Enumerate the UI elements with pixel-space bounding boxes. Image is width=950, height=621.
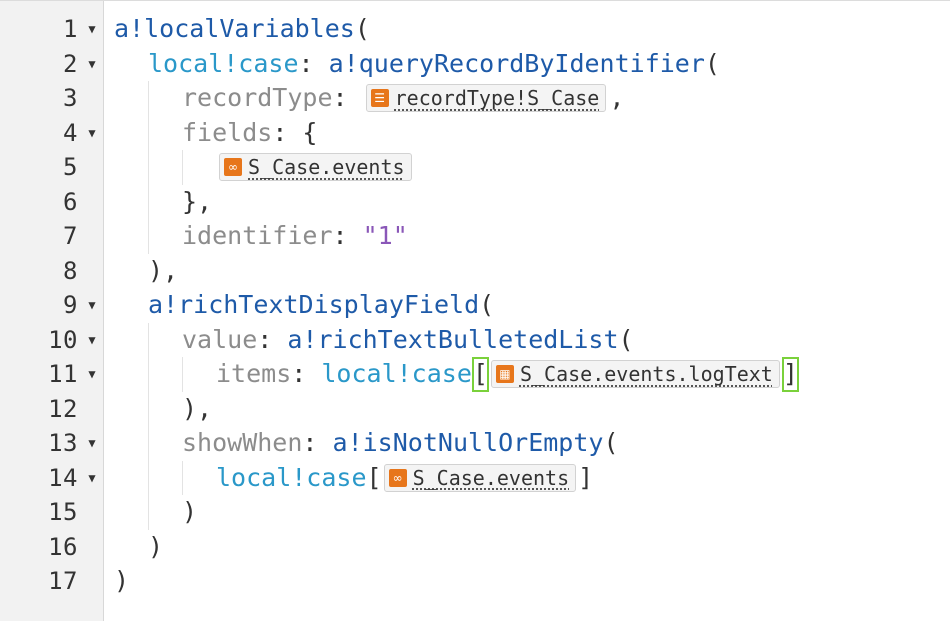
line-number: 14 bbox=[48, 463, 78, 492]
local-variable: local!case bbox=[216, 462, 367, 492]
code-line-4[interactable]: 4 ▼ fields: { bbox=[0, 115, 950, 151]
colon: : bbox=[298, 48, 329, 78]
chip-label: S_Case.events bbox=[248, 155, 405, 179]
colon: : bbox=[272, 117, 303, 147]
code-line-10[interactable]: 10 ▼ value: a!richTextBulletedList( bbox=[0, 322, 950, 358]
function-name: a!richTextDisplayField bbox=[148, 290, 480, 319]
line-number: 3 bbox=[63, 84, 78, 112]
bracket: ] bbox=[578, 462, 594, 492]
fold-toggle-icon[interactable]: ▼ bbox=[82, 461, 102, 496]
line-number: 2 bbox=[63, 49, 78, 78]
colon: : bbox=[332, 83, 363, 112]
function-name: a!localVariables bbox=[114, 14, 355, 43]
colon: : bbox=[302, 428, 333, 457]
code-line-11[interactable]: 11 ▼ items: local!case[ ▦ S_Case.events.… bbox=[0, 357, 950, 392]
line-number: 13 bbox=[48, 429, 78, 457]
line-number: 10 bbox=[48, 325, 78, 354]
record-type-chip[interactable]: ☰ recordType!S_Case bbox=[365, 84, 607, 113]
relationship-chip[interactable]: ∞ S_Case.events bbox=[219, 153, 412, 182]
code-line-17[interactable]: 17 ▼ ) bbox=[0, 564, 950, 599]
chip-label: S_Case.events bbox=[412, 465, 570, 490]
line-number: 4 bbox=[63, 118, 78, 147]
paren: ( bbox=[704, 48, 720, 78]
chip-label: S_Case.events.logText bbox=[519, 362, 773, 386]
line-number: 8 bbox=[63, 256, 78, 285]
line-number: 5 bbox=[63, 153, 78, 181]
paren: ( bbox=[618, 324, 634, 354]
function-name: a!richTextBulletedList bbox=[287, 324, 619, 354]
relationship-chip[interactable]: ∞ S_Case.events bbox=[383, 463, 577, 492]
parameter-key: fields bbox=[182, 117, 273, 147]
code-line-3[interactable]: 3 ▼ recordType: ☰ recordType!S_Case , bbox=[0, 81, 950, 116]
fold-toggle-icon[interactable]: ▼ bbox=[82, 288, 102, 323]
paren: ), bbox=[182, 393, 213, 423]
line-number: 9 bbox=[63, 291, 78, 319]
fold-toggle-icon[interactable]: ▼ bbox=[82, 47, 102, 82]
code-line-14[interactable]: 14 ▼ local!case[ ∞ S_Case.events ] bbox=[0, 460, 950, 496]
paren: ) bbox=[182, 497, 198, 526]
chip-label: recordType!S_Case bbox=[394, 86, 600, 110]
colon: : bbox=[291, 359, 322, 388]
code-line-1[interactable]: 1 ▼ a!localVariables( bbox=[0, 12, 950, 47]
parameter-key: recordType bbox=[182, 83, 333, 112]
matched-bracket: ] bbox=[781, 357, 799, 392]
parameter-key: identifier bbox=[182, 221, 333, 250]
code-line-16[interactable]: 16 ▼ ) bbox=[0, 530, 950, 565]
bracket: [ bbox=[366, 462, 382, 492]
comma: , bbox=[609, 83, 625, 112]
record-field-chip[interactable]: ▦ S_Case.events.logText bbox=[490, 360, 780, 389]
fold-toggle-icon[interactable]: ▼ bbox=[82, 357, 102, 392]
paren: ) bbox=[114, 566, 130, 595]
line-number: 6 bbox=[63, 187, 78, 216]
code-line-13[interactable]: 13 ▼ showWhen: a!isNotNullOrEmpty( bbox=[0, 426, 950, 461]
code-line-15[interactable]: 15 ▼ ) bbox=[0, 495, 950, 530]
brace: { bbox=[302, 117, 318, 147]
colon: : bbox=[257, 324, 288, 354]
link-relationship-icon: ∞ bbox=[388, 468, 407, 487]
colon: : bbox=[332, 221, 363, 250]
paren: ) bbox=[148, 531, 164, 561]
line-number: 17 bbox=[48, 567, 78, 595]
local-variable: local!case bbox=[321, 359, 472, 388]
code-line-12[interactable]: 12 ▼ ), bbox=[0, 391, 950, 427]
line-number: 11 bbox=[48, 360, 78, 388]
paren: ( bbox=[603, 428, 619, 457]
paren: ), bbox=[148, 255, 179, 285]
record-field-icon: ▦ bbox=[495, 365, 514, 384]
code-line-5[interactable]: 5 ▼ ∞ S_Case.events bbox=[0, 150, 950, 185]
string-literal: "1" bbox=[362, 221, 408, 250]
paren: ( bbox=[479, 290, 495, 319]
function-name: a!queryRecordByIdentifier bbox=[328, 48, 705, 78]
fold-toggle-icon[interactable]: ▼ bbox=[82, 323, 102, 358]
line-number: 12 bbox=[48, 394, 78, 423]
brace: }, bbox=[182, 186, 213, 216]
code-line-7[interactable]: 7 ▼ identifier: "1" bbox=[0, 219, 950, 254]
record-type-icon: ☰ bbox=[370, 89, 389, 108]
line-number: 16 bbox=[48, 532, 78, 561]
parameter-key: showWhen bbox=[182, 428, 303, 457]
function-name: a!isNotNullOrEmpty bbox=[332, 428, 604, 457]
fold-toggle-icon[interactable]: ▼ bbox=[82, 426, 102, 461]
fold-toggle-icon[interactable]: ▼ bbox=[82, 116, 102, 151]
matched-bracket: [ bbox=[471, 357, 489, 392]
local-variable: local!case bbox=[148, 48, 299, 78]
line-number: 7 bbox=[63, 222, 78, 250]
line-number: 1 bbox=[63, 15, 78, 43]
code-editor[interactable]: 1 ▼ a!localVariables( 2 ▼ local!case: a!… bbox=[0, 0, 950, 621]
paren: ( bbox=[354, 14, 370, 43]
link-relationship-icon: ∞ bbox=[224, 158, 242, 177]
parameter-key: items bbox=[216, 359, 292, 388]
code-line-2[interactable]: 2 ▼ local!case: a!queryRecordByIdentifie… bbox=[0, 47, 950, 82]
code-line-9[interactable]: 9 ▼ a!richTextDisplayField( bbox=[0, 288, 950, 323]
code-line-6[interactable]: 6 ▼ }, bbox=[0, 184, 950, 220]
fold-toggle-icon[interactable]: ▼ bbox=[82, 12, 102, 47]
code-line-8[interactable]: 8 ▼ ), bbox=[0, 254, 950, 289]
parameter-key: value bbox=[182, 324, 258, 354]
line-number: 15 bbox=[48, 498, 78, 526]
